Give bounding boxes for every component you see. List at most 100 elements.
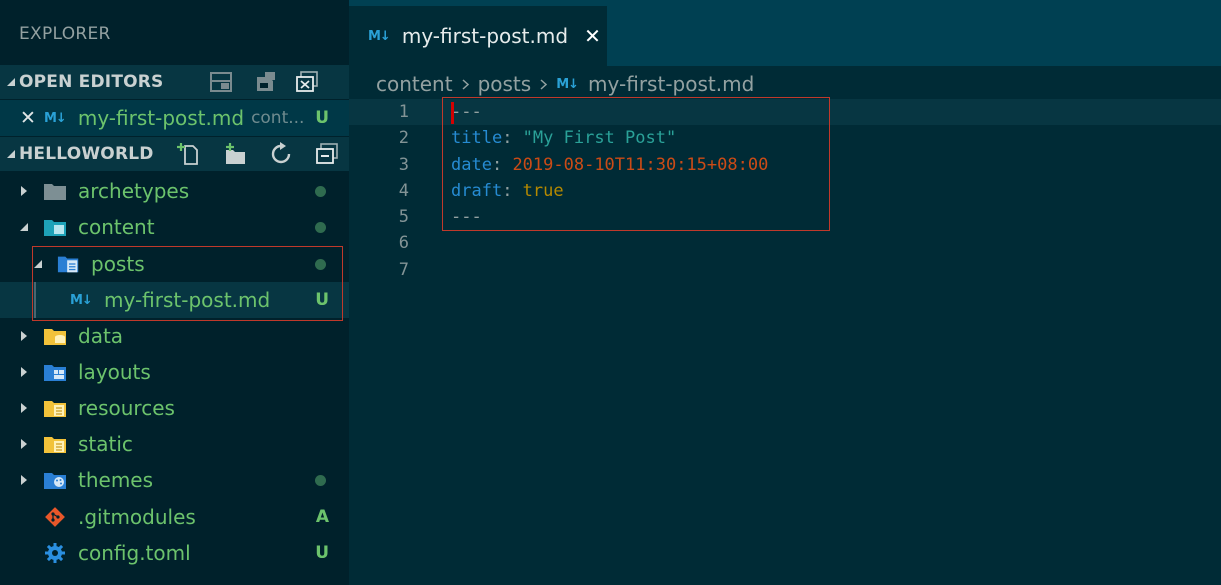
close-all-icon[interactable] (292, 65, 322, 99)
tree-item-content[interactable]: content (0, 209, 349, 245)
new-folder-icon[interactable] (220, 137, 250, 171)
git-status-badge: A (315, 507, 329, 527)
tree-item-label: archetypes (78, 179, 190, 203)
yaml-separator: : (502, 128, 523, 148)
tab-my-first-post[interactable]: M↓ my-first-post.md ✕ (349, 6, 607, 66)
layouts-folder-icon (43, 361, 67, 383)
workspace-header[interactable]: HELLOWORLD (0, 137, 349, 171)
posts-folder-icon (57, 253, 81, 275)
chevron-down-icon (4, 149, 18, 159)
tree-item-data[interactable]: data (0, 318, 349, 354)
yaml-key: date (451, 155, 492, 175)
open-editor-description: cont... (251, 108, 305, 128)
tree-indent-guide (34, 282, 36, 318)
breadcrumb-item-file[interactable]: my-first-post.md (588, 72, 754, 96)
chevron-right-icon (18, 426, 30, 462)
chevron-right-icon (540, 78, 548, 90)
editor-tab-bar: M↓ my-first-post.md ✕ (349, 0, 1221, 66)
tree-item-resources[interactable]: resources (0, 390, 349, 426)
yaml-string-value: "My First Post" (522, 128, 677, 148)
yaml-key: draft (451, 181, 503, 201)
chevron-right-icon (18, 173, 30, 209)
tree-item-themes[interactable]: themes (0, 462, 349, 498)
open-editor-name: my-first-post.md (77, 106, 245, 130)
yaml-separator: : (491, 155, 513, 175)
tree-item-label: config.toml (78, 541, 191, 565)
tree-item-label: resources (78, 396, 175, 420)
line-number: 6 (398, 233, 409, 253)
open-editor-item[interactable]: ✕ M↓ my-first-post.md cont... U (0, 100, 349, 136)
new-file-icon[interactable] (174, 137, 204, 171)
breadcrumb-item-content[interactable]: content (376, 72, 453, 96)
git-icon (43, 506, 67, 528)
git-modified-dot (315, 258, 326, 270)
static-folder-icon (43, 433, 67, 455)
yaml-bool-value: true (522, 181, 564, 201)
line-number: 7 (398, 260, 409, 280)
code-line-5: --- (451, 207, 482, 227)
markdown-icon: M↓ (368, 28, 391, 44)
data-folder-icon (43, 325, 67, 347)
line-number: 1 (398, 102, 409, 122)
chevron-right-icon (18, 462, 30, 498)
git-modified-dot (315, 221, 326, 233)
open-editors-title: OPEN EDITORS (19, 72, 164, 92)
chevron-down-icon (18, 209, 30, 245)
themes-folder-icon (43, 469, 67, 491)
tree-item-label: static (78, 432, 133, 456)
open-editors-header[interactable]: OPEN EDITORS (0, 65, 349, 99)
chevron-down-icon (32, 246, 44, 282)
gear-icon (43, 542, 67, 564)
line-number: 5 (398, 207, 409, 227)
code-line-1: --- (451, 102, 482, 122)
yaml-date-value: 2019-08-10T11:30:15+08:00 (512, 155, 769, 175)
git-status-badge: U (315, 543, 329, 563)
breadcrumb: content posts M↓ my-first-post.md (376, 72, 754, 96)
tree-item-config-toml[interactable]: config.toml U (0, 535, 349, 571)
tree-item-posts[interactable]: posts (0, 246, 349, 282)
markdown-icon: M↓ (44, 110, 67, 126)
refresh-icon[interactable] (266, 137, 296, 171)
tree-item-label: content (78, 215, 155, 239)
git-modified-dot (315, 474, 326, 486)
yaml-delimiter: --- (451, 207, 482, 227)
resources-folder-icon (43, 397, 67, 419)
git-status-badge: U (315, 290, 329, 310)
explorer-title: EXPLORER (19, 24, 111, 44)
tree-item-static[interactable]: static (0, 426, 349, 462)
chevron-right-icon (18, 354, 30, 390)
line-number: 2 (398, 128, 409, 148)
workspace-title: HELLOWORLD (19, 144, 154, 164)
code-line-4: draft: true (451, 181, 564, 201)
yaml-key: title (451, 128, 503, 148)
code-line-3: date: 2019-08-10T11:30:15+08:00 (451, 155, 768, 175)
yaml-delimiter: --- (451, 102, 482, 122)
markdown-icon: M↓ (556, 76, 579, 92)
code-editor[interactable]: 1 2 3 4 5 6 7 --- title: "My First Post"… (349, 98, 1221, 585)
tree-item-gitmodules[interactable]: .gitmodules A (0, 499, 349, 535)
tree-item-label: themes (78, 468, 154, 492)
tree-item-my-first-post[interactable]: M↓ my-first-post.md U (0, 282, 349, 318)
save-all-icon[interactable] (250, 65, 280, 99)
tree-item-label: layouts (78, 360, 151, 384)
git-modified-dot (315, 185, 326, 197)
tree-item-archetypes[interactable]: archetypes (0, 173, 349, 209)
tree-item-label: my-first-post.md (104, 288, 271, 312)
close-icon[interactable]: ✕ (20, 107, 38, 129)
tree-item-label: posts (91, 252, 145, 276)
line-number: 3 (398, 155, 409, 175)
code-line-2: title: "My First Post" (451, 128, 676, 148)
content-folder-icon (43, 216, 67, 238)
text-cursor (451, 102, 454, 124)
chevron-right-icon (18, 390, 30, 426)
collapse-all-icon[interactable] (312, 137, 342, 171)
tree-item-layouts[interactable]: layouts (0, 354, 349, 390)
markdown-icon: M↓ (70, 292, 93, 308)
close-icon[interactable]: ✕ (584, 24, 601, 48)
tab-label: my-first-post.md (401, 24, 569, 48)
line-number: 4 (398, 181, 409, 201)
tree-item-label: .gitmodules (78, 505, 196, 529)
breadcrumb-item-posts[interactable]: posts (478, 72, 532, 96)
toggle-layout-icon[interactable] (206, 65, 236, 99)
chevron-right-icon (462, 78, 469, 90)
